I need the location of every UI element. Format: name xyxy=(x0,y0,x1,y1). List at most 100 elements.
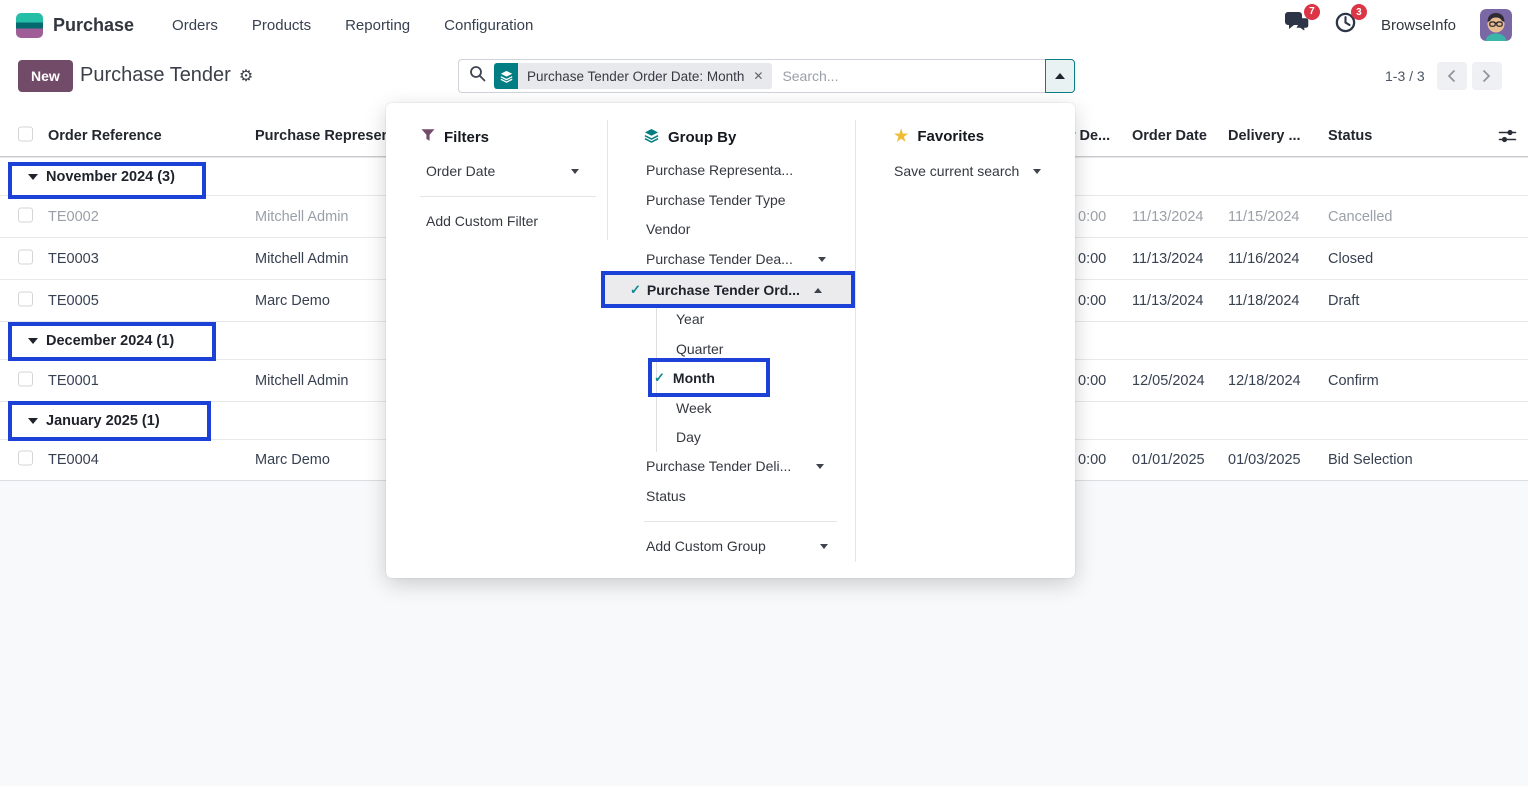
purchase-representative: Mitchell Admin xyxy=(255,373,348,389)
pager-range: 1-3 / 3 xyxy=(1385,68,1425,84)
row-checkbox[interactable] xyxy=(18,207,33,226)
messages-badge: 7 xyxy=(1304,4,1320,20)
breadcrumb: Purchase Tender ⚙ xyxy=(80,64,253,87)
filter-item-order-date[interactable]: Order Date xyxy=(426,163,495,179)
order-reference: TE0004 xyxy=(48,452,99,468)
pager: 1-3 / 3 xyxy=(1385,62,1502,90)
column-header-order-reference[interactable]: Order Reference xyxy=(48,128,162,144)
caret-down-icon xyxy=(820,544,828,549)
search-bar: Purchase Tender Order Date: Month ✕ xyxy=(458,59,1075,93)
groupby-item-purchase-tender-order-date[interactable]: ✓ Purchase Tender Ord... xyxy=(605,274,851,306)
row-checkbox[interactable] xyxy=(18,451,33,470)
favorites-section-header: ★ Favorites xyxy=(894,128,984,145)
caret-up-icon xyxy=(814,288,822,293)
purchase-representative: Marc Demo xyxy=(255,293,330,309)
groupby-item-purchase-tender-deadline[interactable]: Purchase Tender Dea... xyxy=(646,251,793,267)
menu-orders[interactable]: Orders xyxy=(172,17,218,34)
row-checkbox[interactable] xyxy=(18,249,33,268)
pager-buttons xyxy=(1437,62,1502,90)
search-options-dropdown: Filters Order Date Add Custom Filter Gro… xyxy=(386,103,1075,578)
groupby-item-vendor[interactable]: Vendor xyxy=(646,221,690,237)
purchase-app-icon[interactable] xyxy=(16,13,43,38)
groupby-suboption-month[interactable]: ✓ Month xyxy=(654,370,715,386)
caret-down-icon xyxy=(816,464,824,469)
pager-previous-button[interactable] xyxy=(1437,62,1467,90)
order-date: 11/13/2024 xyxy=(1132,293,1204,309)
layers-icon xyxy=(494,63,518,89)
layers-icon xyxy=(644,128,659,147)
purchase-representative: Marc Demo xyxy=(255,452,330,468)
activities-button[interactable]: 3 xyxy=(1334,11,1357,39)
add-custom-group[interactable]: Add Custom Group xyxy=(646,538,766,554)
row-checkbox[interactable] xyxy=(18,371,33,390)
groupby-suboption-week[interactable]: Week xyxy=(676,400,712,416)
groupby-item-purchase-tender-type[interactable]: Purchase Tender Type xyxy=(646,192,786,208)
filter-funnel-icon xyxy=(421,128,435,146)
status: Cancelled xyxy=(1328,209,1393,225)
purchase-app-page: Purchase Orders Products Reporting Confi… xyxy=(0,0,1528,786)
delivery-date: 12/18/2024 xyxy=(1228,373,1301,389)
user-avatar[interactable] xyxy=(1480,9,1512,41)
search-options-toggle-button[interactable] xyxy=(1045,59,1075,93)
search-icon xyxy=(469,65,486,87)
status: Draft xyxy=(1328,293,1359,309)
column-header-order-date[interactable]: Order Date xyxy=(1132,128,1207,144)
add-custom-filter[interactable]: Add Custom Filter xyxy=(426,213,538,229)
purchase-representative: Mitchell Admin xyxy=(255,251,348,267)
order-date: 12/05/2024 xyxy=(1132,373,1205,389)
select-all-checkbox[interactable] xyxy=(18,126,33,145)
menu-configuration[interactable]: Configuration xyxy=(444,17,533,34)
order-reference: TE0005 xyxy=(48,293,99,309)
order-deadline: 0:00 xyxy=(1078,209,1106,225)
order-reference: TE0001 xyxy=(48,373,99,389)
groupby-item-purchase-representative[interactable]: Purchase Representa... xyxy=(646,162,793,178)
order-deadline: 0:00 xyxy=(1078,373,1106,389)
purchase-representative: Mitchell Admin xyxy=(255,209,348,225)
pager-next-button[interactable] xyxy=(1472,62,1502,90)
menu-reporting[interactable]: Reporting xyxy=(345,17,410,34)
groupby-suboption-quarter[interactable]: Quarter xyxy=(676,341,723,357)
optional-columns-sliders-icon[interactable] xyxy=(1498,127,1517,145)
order-deadline: 0:00 xyxy=(1078,452,1106,468)
order-reference: TE0002 xyxy=(48,209,99,225)
group-label: December 2024 (1) xyxy=(46,333,174,349)
row-checkbox[interactable] xyxy=(18,291,33,310)
group-expand-caret-icon xyxy=(28,174,38,180)
messages-button[interactable]: 7 xyxy=(1283,11,1310,40)
order-deadline: 0:00 xyxy=(1078,251,1106,267)
delivery-date: 11/16/2024 xyxy=(1228,251,1300,267)
filters-section-header: Filters xyxy=(421,128,489,146)
search-input-area[interactable]: Purchase Tender Order Date: Month ✕ xyxy=(458,59,1045,93)
order-date: 11/13/2024 xyxy=(1132,209,1204,225)
caret-down-icon xyxy=(1033,169,1041,174)
column-divider xyxy=(607,120,608,240)
groupby-suboption-year[interactable]: Year xyxy=(676,311,704,327)
status: Bid Selection xyxy=(1328,452,1413,468)
save-current-search[interactable]: Save current search xyxy=(894,163,1041,179)
order-deadline: 0:00 xyxy=(1078,293,1106,309)
caret-up-icon xyxy=(1055,73,1065,79)
column-header-delivery[interactable]: Delivery ... xyxy=(1228,128,1301,144)
new-button[interactable]: New xyxy=(18,60,73,92)
groupby-section-header: Group By xyxy=(644,128,736,147)
app-name[interactable]: Purchase xyxy=(53,15,134,36)
delivery-date: 01/03/2025 xyxy=(1228,452,1301,468)
status: Closed xyxy=(1328,251,1373,267)
check-icon: ✓ xyxy=(654,370,665,386)
caret-down-icon xyxy=(818,257,826,262)
user-name[interactable]: BrowseInfo xyxy=(1381,17,1456,34)
groupby-suboption-day[interactable]: Day xyxy=(676,429,701,445)
menu-products[interactable]: Products xyxy=(252,17,311,34)
group-label: November 2024 (3) xyxy=(46,169,175,185)
groupby-item-status[interactable]: Status xyxy=(646,488,686,504)
group-expand-caret-icon xyxy=(28,338,38,344)
navbar-right: 7 3 BrowseInfo xyxy=(1283,9,1512,41)
facet-close-icon[interactable]: ✕ xyxy=(753,69,772,83)
groupby-item-purchase-tender-delivery[interactable]: Purchase Tender Deli... xyxy=(646,458,791,474)
column-header-status[interactable]: Status xyxy=(1328,128,1372,144)
delivery-date: 11/18/2024 xyxy=(1228,293,1300,309)
groupby-divider xyxy=(644,521,837,522)
view-settings-gear-icon[interactable]: ⚙ xyxy=(239,66,253,86)
order-reference: TE0003 xyxy=(48,251,99,267)
search-input[interactable] xyxy=(780,67,1045,85)
